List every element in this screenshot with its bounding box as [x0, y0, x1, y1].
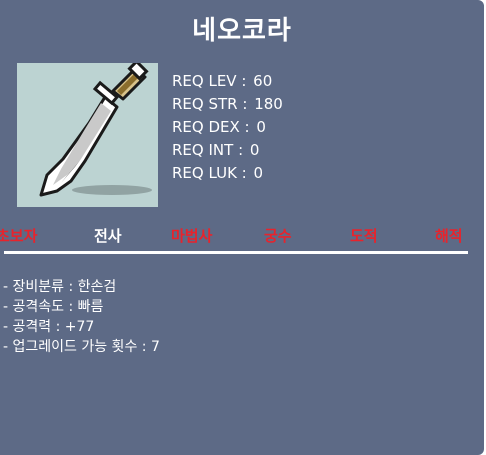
job-beginner: 초보자: [0, 227, 38, 245]
item-icon-frame: [17, 63, 158, 207]
item-tooltip: 네오코라 REQ LEV : 60 REQ STR : 180 REQ DEX …: [0, 0, 484, 455]
divider: [4, 251, 468, 254]
stat-upgrades: - 업그레이드 가능 횟수 : 7: [3, 339, 160, 355]
stat-category: - 장비분류 : 한손검: [3, 279, 117, 295]
req-int: REQ INT : 0: [172, 141, 260, 159]
job-warrior: 전사: [94, 227, 122, 245]
job-thief: 도적: [350, 227, 378, 245]
item-name: 네오코라: [192, 16, 292, 46]
job-pirate: 해적: [435, 227, 463, 245]
req-str: REQ STR : 180: [172, 95, 283, 113]
stat-attack: - 공격력 : +77: [3, 319, 95, 335]
job-list: 초보자 전사 마법사 궁수 도적 해적: [0, 225, 484, 249]
req-dex: REQ DEX : 0: [172, 118, 266, 136]
job-archer: 궁수: [264, 227, 292, 245]
dagger-icon: [39, 63, 152, 197]
stat-attack-speed: - 공격속도 : 빠름: [3, 299, 104, 315]
job-magician: 마법사: [171, 227, 213, 245]
req-luk: REQ LUK : 0: [172, 164, 264, 182]
item-stats: - 장비분류 : 한손검 - 공격속도 : 빠름 - 공격력 : +77 - 업…: [3, 277, 160, 357]
requirements-list: REQ LEV : 60 REQ STR : 180 REQ DEX : 0 R…: [172, 70, 283, 185]
req-level: REQ LEV : 60: [172, 72, 273, 90]
